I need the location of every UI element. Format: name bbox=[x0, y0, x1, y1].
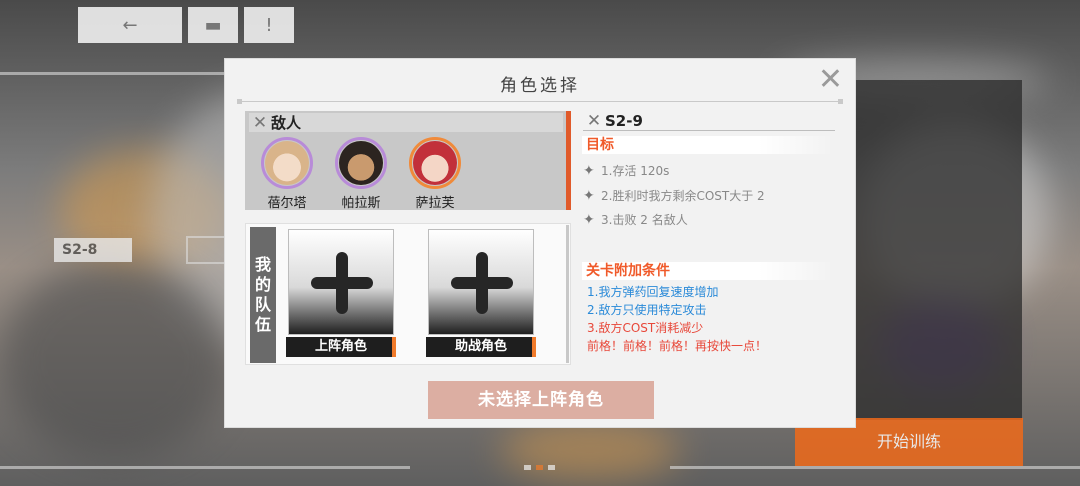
objective-item: ✦ 2.胜利时我方剩余COST大于 2 bbox=[583, 187, 765, 204]
back-button[interactable]: ← bbox=[78, 7, 182, 43]
avatar bbox=[409, 137, 461, 189]
home-icon: ▬ bbox=[204, 14, 222, 36]
my-team-panel: 我 的 队 伍 上阵角色 助战角色 bbox=[245, 223, 571, 365]
sparkle-icon: ✦ bbox=[583, 187, 595, 204]
avatar bbox=[261, 137, 313, 189]
enemy-panel-label: 敌人 bbox=[271, 114, 302, 132]
support-character-slot[interactable]: 助战角色 bbox=[426, 229, 536, 357]
stage-id: S2-9 bbox=[605, 111, 643, 130]
deploy-character-slot[interactable]: 上阵角色 bbox=[286, 229, 396, 357]
team-label: 我 的 队 伍 bbox=[250, 227, 276, 363]
condition-item: 1.我方弹药回复速度增加 bbox=[587, 285, 719, 299]
background-side-panel bbox=[852, 80, 1022, 420]
cross-decor-icon: ✕ bbox=[252, 112, 268, 133]
stage-header: ✕ S2-9 bbox=[583, 111, 835, 131]
sparkle-icon: ✦ bbox=[583, 162, 595, 179]
team-scrollbar[interactable] bbox=[566, 225, 569, 363]
back-arrow-icon: ← bbox=[122, 14, 138, 36]
objective-item: ✦ 3.击败 2 名敌人 bbox=[583, 211, 688, 228]
enemy-name: 萨拉芙 bbox=[415, 196, 455, 211]
character-select-dialog: 角色选择 ✕ ✕ 敌人 蓓尔塔 帕拉斯 萨拉芙 我 的 队 伍 上阵角色 助战角… bbox=[224, 58, 856, 428]
slot-caption: 上阵角色 bbox=[286, 337, 396, 357]
enemy-item[interactable]: 蓓尔塔 bbox=[259, 137, 315, 211]
home-button[interactable]: ▬ bbox=[188, 7, 238, 43]
extra-conditions-title: 关卡附加条件 bbox=[582, 262, 834, 280]
enemy-name: 帕拉斯 bbox=[341, 196, 381, 211]
cross-decor-icon: ✕ bbox=[586, 110, 602, 131]
info-icon: ! bbox=[265, 14, 273, 36]
dialog-title: 角色选择 bbox=[500, 76, 580, 96]
avatar bbox=[335, 137, 387, 189]
enemy-item[interactable]: 萨拉芙 bbox=[407, 137, 463, 211]
close-icon[interactable]: ✕ bbox=[818, 65, 843, 95]
confirm-button[interactable]: 未选择上阵角色 bbox=[428, 381, 654, 419]
enemy-item[interactable]: 帕拉斯 bbox=[333, 137, 389, 211]
enemy-name: 蓓尔塔 bbox=[267, 196, 307, 211]
slot-caption: 助战角色 bbox=[426, 337, 536, 357]
objectives-title: 目标 bbox=[582, 136, 834, 154]
stage-tagline: 前格！前格！前格！再按快一点！ bbox=[587, 339, 768, 353]
objective-item: ✦ 1.存活 120s bbox=[583, 162, 670, 179]
enemy-panel: ✕ 敌人 蓓尔塔 帕拉斯 萨拉芙 bbox=[245, 111, 571, 211]
page-indicator bbox=[524, 465, 555, 470]
condition-item: 2.敌方只使用特定攻击 bbox=[587, 303, 707, 317]
sparkle-icon: ✦ bbox=[583, 211, 595, 228]
condition-item: 3.敌方COST消耗减少 bbox=[587, 321, 704, 335]
background-stage-node bbox=[186, 236, 226, 264]
info-button[interactable]: ! bbox=[244, 7, 294, 43]
background-stage-tag: S2-8 bbox=[54, 238, 132, 262]
title-divider bbox=[237, 99, 843, 104]
